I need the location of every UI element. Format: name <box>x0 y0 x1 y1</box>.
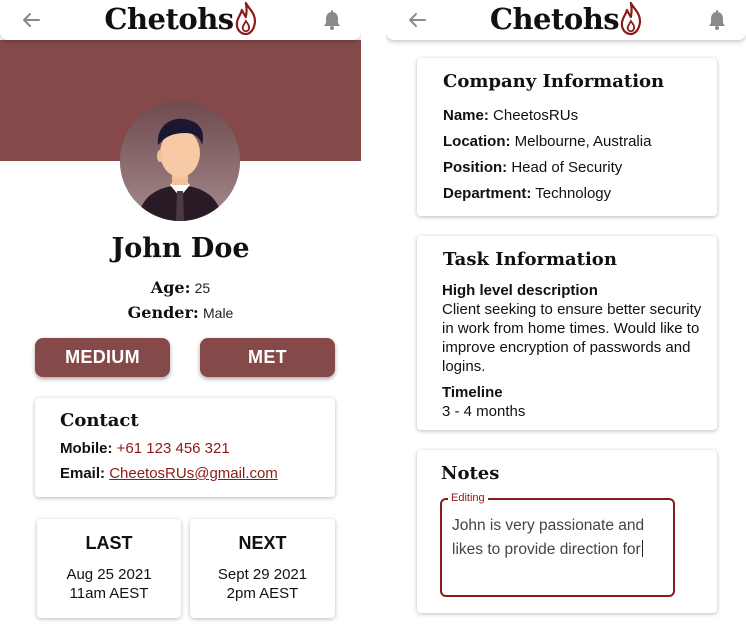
app-bar: Chetohs <box>386 0 746 40</box>
notes-text-content: John is very passionate and likes to pro… <box>452 514 662 562</box>
company-location-label: Location: <box>443 133 511 150</box>
company-position-label: Position: <box>443 159 508 176</box>
task-timeline-value: 3 - 4 months <box>442 403 526 420</box>
app-logo: Chetohs <box>104 1 256 37</box>
avatar <box>120 101 240 221</box>
notes-title: Notes <box>441 463 500 484</box>
text-cursor <box>641 540 643 557</box>
arrow-left-icon <box>23 13 40 27</box>
flame-icon <box>235 1 256 35</box>
task-description-value: Client seeking to ensure better security… <box>442 301 702 375</box>
app-brand-name: Chetohs <box>104 2 234 36</box>
app-brand-name: Chetohs <box>489 2 620 36</box>
task-description-label: High level description <box>442 282 598 299</box>
mobile-row: Mobile: +61 123 456 321 <box>60 440 230 457</box>
company-name-value: CheetosRUs <box>493 107 579 124</box>
notes-text-value: John is very passionate and likes to pro… <box>452 517 645 558</box>
arrow-left-icon <box>409 13 426 27</box>
app-bar: Chetohs <box>0 0 361 40</box>
email-row: Email: CheetosRUs@gmail.com <box>60 465 278 482</box>
contact-title: Contact <box>60 410 139 431</box>
company-location-value: Melbourne, Australia <box>514 133 652 150</box>
task-info-title: Task Information <box>443 249 617 270</box>
details-screen: Chetohs Company Information Name: Cheeto… <box>386 0 746 640</box>
profile-screen: Chetohs John Doe Age: 25 Gender: Male ME… <box>0 0 361 640</box>
notes-field-label: Editing <box>448 491 488 505</box>
profile-name: John Doe <box>111 233 250 264</box>
company-position-row: Position: Head of Security <box>443 159 622 176</box>
bell-icon[interactable] <box>321 9 343 31</box>
contact-card: Contact Mobile: +61 123 456 321 Email: C… <box>35 398 335 497</box>
last-meeting-time: 11am AEST <box>69 585 149 602</box>
company-department-value: Technology <box>535 185 612 202</box>
email-label: Email: <box>60 465 106 482</box>
mobile-value[interactable]: +61 123 456 321 <box>117 440 230 457</box>
notes-card: Notes Editing John is very passionate an… <box>417 450 717 613</box>
app-logo: Chetohs <box>490 1 642 37</box>
next-meeting-card[interactable]: NEXT Sept 29 2021 2pm AEST <box>190 519 335 618</box>
company-info-title: Company Information <box>443 71 665 92</box>
email-link[interactable]: CheetosRUs@gmail.com <box>109 465 278 482</box>
mobile-label: Mobile: <box>60 440 113 457</box>
status-button[interactable]: MET <box>200 338 335 377</box>
back-button[interactable] <box>20 10 42 30</box>
age-row: Age: 25 <box>0 278 361 297</box>
last-meeting-title: LAST <box>85 533 133 553</box>
flame-icon <box>621 1 642 35</box>
gender-label: Gender: <box>127 303 199 322</box>
task-info-card: Task Information High level description … <box>417 236 717 430</box>
company-position-value: Head of Security <box>511 159 623 176</box>
last-meeting-date: Aug 25 2021 <box>66 566 152 583</box>
bell-icon[interactable] <box>706 9 728 31</box>
company-department-row: Department: Technology <box>443 185 611 202</box>
age-label: Age: <box>150 278 191 297</box>
priority-button[interactable]: MEDIUM <box>35 338 170 377</box>
age-value: 25 <box>194 280 211 296</box>
gender-value: Male <box>203 305 234 321</box>
notes-textarea[interactable]: Editing John is very passionate and like… <box>440 491 675 597</box>
next-meeting-time: 2pm AEST <box>226 585 299 602</box>
back-button[interactable] <box>406 10 428 30</box>
company-location-row: Location: Melbourne, Australia <box>443 133 651 150</box>
person-avatar-image <box>120 101 240 221</box>
company-name-row: Name: CheetosRUs <box>443 107 578 124</box>
company-department-label: Department: <box>443 185 532 202</box>
next-meeting-title: NEXT <box>238 533 287 553</box>
company-name-label: Name: <box>443 107 489 124</box>
task-timeline-label: Timeline <box>442 384 503 401</box>
gender-row: Gender: Male <box>0 303 361 322</box>
company-info-card: Company Information Name: CheetosRUs Loc… <box>417 58 717 216</box>
last-meeting-card[interactable]: LAST Aug 25 2021 11am AEST <box>37 519 181 618</box>
next-meeting-date: Sept 29 2021 <box>217 566 308 583</box>
